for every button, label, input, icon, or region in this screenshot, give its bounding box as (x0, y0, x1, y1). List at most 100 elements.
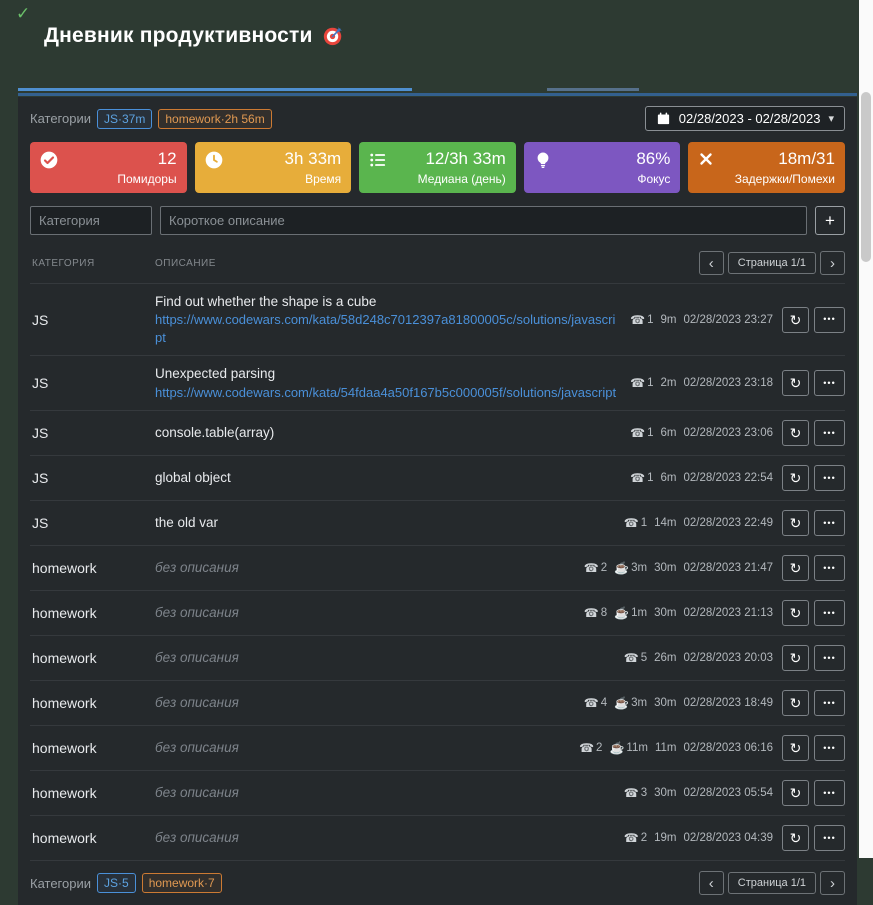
row-menu-button[interactable]: ••• (814, 555, 845, 582)
prev-page-button[interactable]: ‹ (698, 871, 724, 896)
prev-page-button[interactable]: ‹ (698, 251, 724, 275)
row-link[interactable]: https://www.codewars.com/kata/54fdaa4a50… (155, 384, 620, 402)
row-menu-button[interactable]: ••• (814, 825, 845, 852)
row-duration: 26m (654, 652, 677, 665)
pomodoro-count-value: 4 (600, 697, 608, 710)
stat-value: 12 (157, 149, 177, 168)
row-link[interactable]: https://www.codewars.com/kata/58d248c701… (155, 311, 620, 346)
pomodoro-count: ☎ 1 (624, 516, 647, 530)
restart-button[interactable]: ↻ (782, 510, 809, 537)
restart-button[interactable]: ↻ (782, 370, 809, 397)
restart-button[interactable]: ↻ (782, 780, 809, 807)
row-meta: ☎ 1 14m 02/28/2023 22:49 (624, 516, 773, 530)
pomodoro-count-value: 1 (647, 377, 654, 390)
row-description-cell: global object (155, 469, 630, 487)
row-category: homework (32, 695, 97, 712)
row-menu-button[interactable]: ••• (814, 780, 845, 807)
stat-card-clock: 3h 33m Время (194, 142, 352, 193)
restart-button[interactable]: ↻ (782, 465, 809, 492)
stat-label: Время (305, 172, 342, 186)
break-time: ☕ 3m (614, 696, 647, 710)
row-menu-button[interactable]: ••• (814, 735, 845, 762)
cup-icon: ☕ (614, 561, 630, 576)
scrollbar-thumb[interactable] (861, 92, 871, 262)
row-description-empty: без описания (155, 604, 239, 620)
footer-badges: JS·5 homework·7 (97, 873, 222, 894)
row-description-empty: без описания (155, 649, 239, 665)
row-menu-button[interactable]: ••• (814, 600, 845, 627)
row-category: JS (32, 425, 49, 442)
stat-label: Фокус (637, 172, 671, 186)
row-duration: 11m (654, 742, 677, 755)
break-time-value: 1m (631, 607, 648, 620)
row-duration: 30m (654, 697, 677, 710)
phone-icon: ☎ (630, 312, 646, 327)
category-badge-homework[interactable]: homework·7 (141, 873, 222, 894)
next-page-button[interactable]: › (820, 871, 845, 896)
pomodoro-count: ☎ 1 (630, 376, 653, 390)
row-description-empty: без описания (155, 829, 239, 845)
column-header-description: ОПИСАНИЕ (155, 257, 216, 269)
row-description-cell: без описания (155, 649, 624, 667)
row-datetime: 02/28/2023 06:16 (683, 742, 773, 755)
page-scrollbar[interactable] (859, 0, 873, 858)
restart-button[interactable]: ↻ (782, 735, 809, 762)
row-menu-button[interactable]: ••• (814, 510, 845, 537)
bulb-icon (533, 150, 553, 170)
category-badge-homework[interactable]: homework·2h 56m (158, 108, 272, 129)
row-menu-button[interactable]: ••• (814, 370, 845, 397)
stat-card-list: 12/3h 33m Медиана (день) (359, 142, 516, 193)
stat-label: Помидоры (117, 172, 177, 186)
row-duration: 2m (660, 377, 677, 390)
next-page-button[interactable]: › (820, 251, 845, 275)
restart-button[interactable]: ↻ (782, 555, 809, 582)
phone-icon: ☎ (630, 376, 646, 391)
category-badge-js[interactable]: JS·37m (97, 108, 153, 129)
pomodoro-count: ☎ 2 (584, 561, 607, 575)
row-meta: ☎ 2 ☕ 3m 30m 02/28/2023 21:47 (584, 561, 773, 575)
pomodoro-count-value: 2 (596, 742, 603, 755)
row-description-empty: без описания (155, 739, 239, 755)
row-category: homework (32, 560, 97, 577)
pomodoro-count: ☎ 5 (624, 651, 647, 665)
row-description: Find out whether the shape is a cube (155, 294, 377, 309)
category-badge-js[interactable]: JS·5 (97, 873, 136, 894)
stat-card-bulb: 86% Фокус (523, 142, 681, 193)
row-menu-button[interactable]: ••• (814, 690, 845, 717)
stats-row: 12 Помидоры 3h 33m Время 12/3h 33m Медиана (д… (30, 142, 845, 193)
add-entry-button[interactable]: + (815, 206, 845, 235)
row-duration: 30m (654, 787, 677, 800)
row-meta: ☎ 1 6m 02/28/2023 23:06 (630, 426, 773, 440)
table-row: homework без описания ☎ 5 26m 02/28/2023 20:0… (30, 635, 845, 680)
cup-icon: ☕ (614, 606, 630, 621)
table-row: homework без описания ☎ 2 19m 02/28/2023 04:3… (30, 815, 845, 860)
category-input[interactable] (30, 206, 152, 235)
calendar-icon (656, 111, 671, 126)
row-menu-button[interactable]: ••• (814, 420, 845, 447)
row-meta: ☎ 1 2m 02/28/2023 23:18 (630, 376, 773, 390)
scroll-progress-bar (18, 88, 857, 97)
restart-button[interactable]: ↻ (782, 645, 809, 672)
row-meta: ☎ 5 26m 02/28/2023 20:03 (624, 651, 773, 665)
restart-button[interactable]: ↻ (782, 825, 809, 852)
row-datetime: 02/28/2023 23:06 (683, 427, 773, 440)
restart-button[interactable]: ↻ (782, 690, 809, 717)
row-datetime: 02/28/2023 23:18 (683, 377, 773, 390)
description-input[interactable] (160, 206, 807, 235)
table-row: homework без описания ☎ 3 30m 02/28/2023 05:5… (30, 770, 845, 815)
row-datetime: 02/28/2023 22:49 (683, 517, 773, 530)
row-menu-button[interactable]: ••• (814, 645, 845, 672)
table-row: JS console.table(array) ☎ 1 6m 02/28/2023 23:… (30, 410, 845, 455)
table-row: homework без описания ☎ 8 ☕ 1m 30m 02/28/2023 2… (30, 590, 845, 635)
restart-button[interactable]: ↻ (782, 306, 809, 333)
page-title: Дневник продуктивности (44, 24, 313, 47)
restart-button[interactable]: ↻ (782, 420, 809, 447)
row-menu-button[interactable]: ••• (814, 306, 845, 333)
row-menu-button[interactable]: ••• (814, 465, 845, 492)
date-range-picker[interactable]: 02/28/2023 - 02/28/2023 ▾ (644, 106, 845, 131)
phone-icon: ☎ (583, 696, 599, 711)
row-meta: ☎ 2 ☕ 11m 11m 02/28/2023 06:16 (579, 741, 773, 755)
table-header: КАТЕГОРИЯ ОПИСАНИЕ ‹ Страница 1/1 › (30, 251, 845, 283)
restart-button[interactable]: ↻ (782, 600, 809, 627)
pomodoro-count-value: 8 (600, 607, 608, 620)
